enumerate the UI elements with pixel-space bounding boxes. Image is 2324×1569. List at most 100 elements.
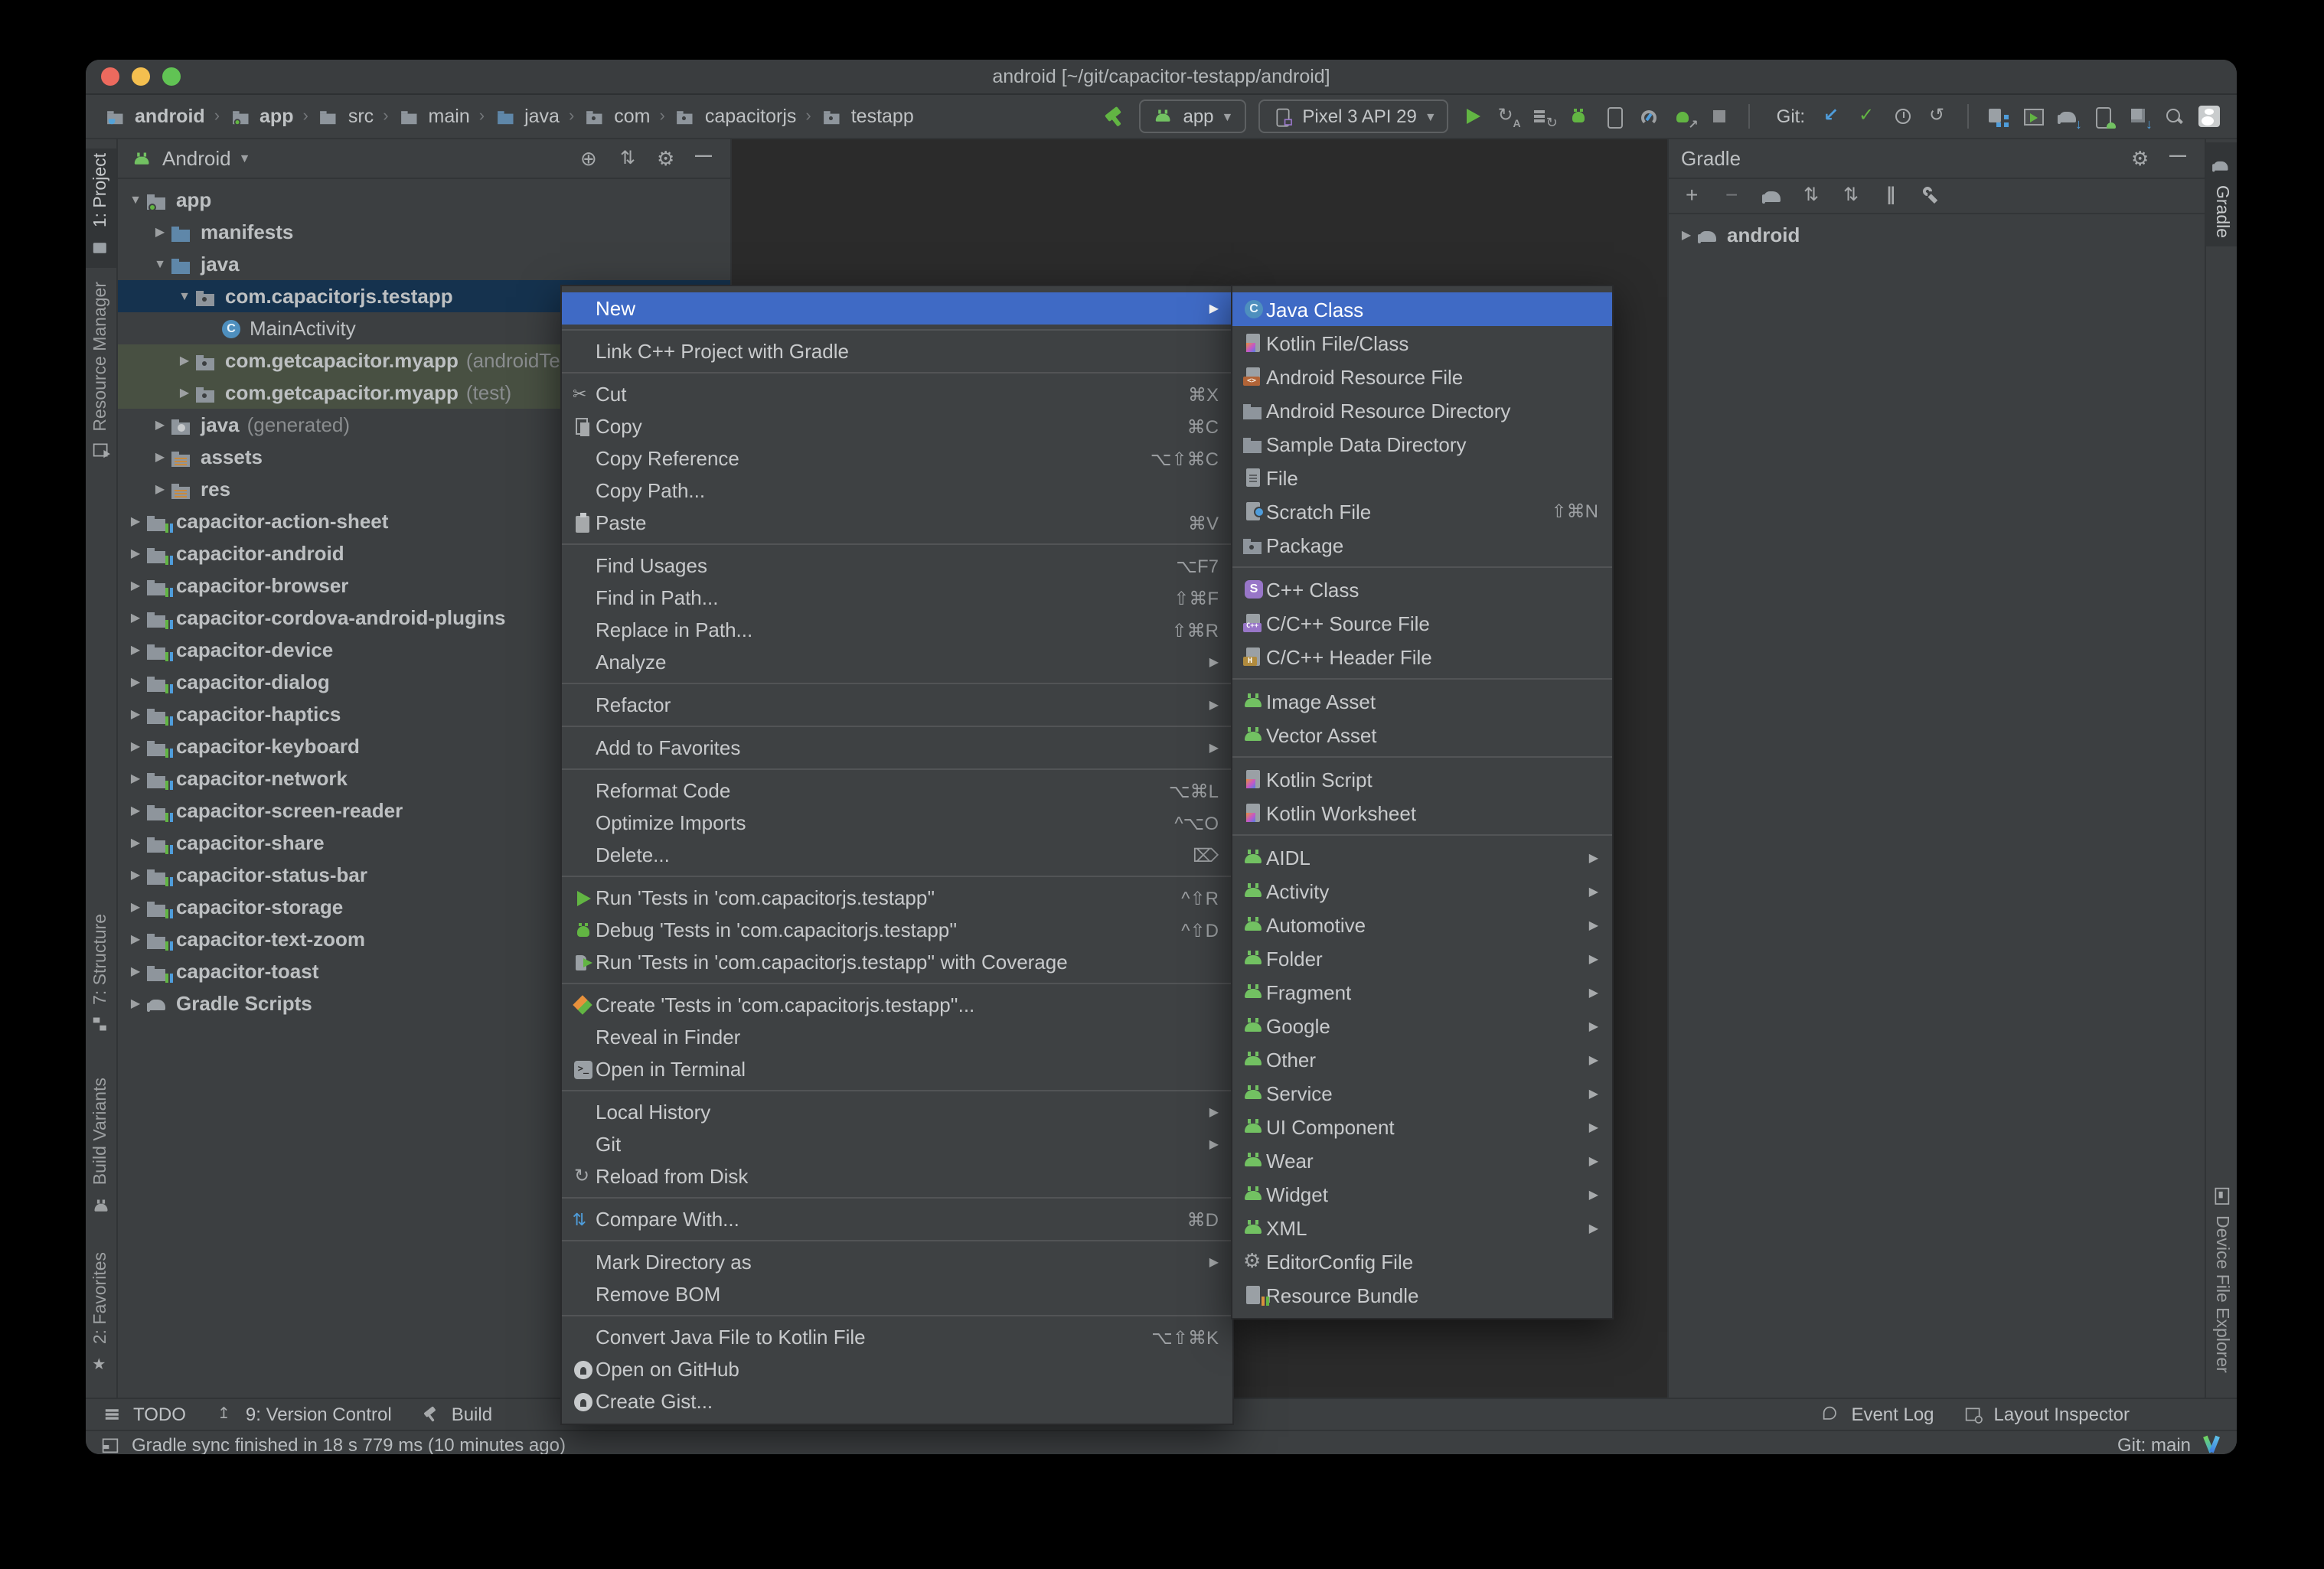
submenu-item-wear[interactable]: Wear ▶ [1232,1143,1612,1177]
submenu-item-android-resource-directory[interactable]: Android Resource Directory [1232,393,1612,427]
tool-tab-resource-manager[interactable]: Resource Manager [86,280,116,467]
menu-item-debug-tests-in-com-capacitorjs-testapp[interactable]: Debug 'Tests in 'com.capacitorjs.testapp… [562,914,1232,946]
tree-collapsed-arrow-icon[interactable]: ▶ [127,579,144,592]
bottom-bar-item-todo[interactable]: TODO [101,1402,186,1427]
submenu-item-service[interactable]: Service ▶ [1232,1076,1612,1110]
hide-icon[interactable] [2168,146,2192,171]
tree-expanded-arrow-icon[interactable]: ▼ [152,257,168,271]
submenu-item-kotlin-file-class[interactable]: Kotlin File/Class [1232,326,1612,360]
wrench-icon[interactable] [1920,184,1944,208]
collapse-all-icon[interactable] [1840,184,1865,208]
tree-collapsed-arrow-icon[interactable]: ▶ [127,771,144,785]
tool-tab-gradle[interactable]: Gradle [2206,142,2237,246]
project-view-selector[interactable]: Android [162,147,231,170]
rollback-icon[interactable] [1926,104,1950,129]
submenu-item-widget[interactable]: Widget ▶ [1232,1177,1612,1211]
bottom-bar-item-layout-inspector[interactable]: Layout Inspector [1962,1402,2130,1427]
tree-collapsed-arrow-icon[interactable]: ▶ [127,514,144,528]
menu-item-local-history[interactable]: Local History ▶ [562,1096,1232,1128]
breadcrumb-item-com[interactable]: com [580,104,653,129]
tree-item-manifests[interactable]: ▶ manifests [118,216,730,248]
menu-item-create-tests-in-com-capacitorjs-testapp[interactable]: Create 'Tests in 'com.capacitorjs.testap… [562,989,1232,1021]
avd-manager-icon[interactable] [2091,104,2116,129]
tree-collapsed-arrow-icon[interactable]: ▶ [127,900,144,914]
menu-item-add-to-favorites[interactable]: Add to Favorites ▶ [562,732,1232,764]
submenu-item-automotive[interactable]: Automotive ▶ [1232,908,1612,941]
submenu-item-google[interactable]: Google ▶ [1232,1009,1612,1042]
submenu-item-c-c-source-file[interactable]: C/C++ Source File [1232,606,1612,640]
tree-collapsed-arrow-icon[interactable]: ▶ [152,450,168,464]
submenu-item-aidl[interactable]: AIDL ▶ [1232,840,1612,874]
remove-icon[interactable] [1721,182,1745,208]
submenu-item-c-class[interactable]: C++ Class [1232,572,1612,606]
menu-item-optimize-imports[interactable]: Optimize Imports ^⌥O [562,807,1232,839]
run-configuration-dropdown[interactable]: app ▼ [1138,99,1246,133]
tree-collapsed-arrow-icon[interactable]: ▶ [127,675,144,689]
menu-item-open-in-terminal[interactable]: Open in Terminal [562,1053,1232,1085]
menu-item-remove-bom[interactable]: Remove BOM [562,1278,1232,1310]
menu-item-refactor[interactable]: Refactor ▶ [562,689,1232,721]
build-hammer-icon[interactable] [1102,104,1126,129]
tree-collapsed-arrow-icon[interactable]: ▶ [176,386,193,400]
tree-item-android[interactable]: ▶ android [1669,219,2205,251]
avatar-icon[interactable] [2197,104,2221,129]
menu-item-copy-reference[interactable]: Copy Reference ⌥⇧⌘C [562,442,1232,475]
bottom-bar-item-9-version-control[interactable]: 9: Version Control [214,1402,392,1427]
bottom-bar-item-event-log[interactable]: Event Log [1819,1402,1934,1427]
search-icon[interactable] [2162,104,2186,129]
breadcrumb-item-java[interactable]: java [491,104,563,129]
tree-expanded-arrow-icon[interactable]: ▼ [176,289,193,303]
menu-item-link-c-project-with-gradle[interactable]: Link C++ Project with Gradle [562,335,1232,367]
menu-item-reload-from-disk[interactable]: Reload from Disk [562,1160,1232,1192]
submenu-item-folder[interactable]: Folder ▶ [1232,941,1612,975]
breadcrumb-item-android[interactable]: android [101,104,208,129]
menu-item-paste[interactable]: Paste ⌘V [562,507,1232,539]
menu-item-compare-with[interactable]: Compare With... ⌘D [562,1203,1232,1235]
menu-item-run-tests-in-com-capacitorjs-testapp[interactable]: Run 'Tests in 'com.capacitorjs.testapp''… [562,882,1232,914]
git-branch-widget[interactable]: Git: main [2117,1434,2191,1454]
toolwindow-toggle-icon[interactable] [100,1434,120,1454]
profile-icon[interactable] [1637,104,1662,129]
menu-item-copy-path[interactable]: Copy Path... [562,475,1232,507]
gradle-sync-icon[interactable]: ↓ [2056,104,2082,132]
expand-all-icon[interactable] [1800,184,1825,208]
history-icon[interactable] [1891,104,1915,129]
menu-item-analyze[interactable]: Analyze ▶ [562,646,1232,678]
tree-collapsed-arrow-icon[interactable]: ▶ [152,418,168,432]
breadcrumb-item-testapp[interactable]: testapp [818,104,917,129]
stop-icon[interactable] [1708,104,1732,129]
menu-item-find-in-path[interactable]: Find in Path... ⇧⌘F [562,582,1232,614]
tree-collapsed-arrow-icon[interactable]: ▶ [127,611,144,625]
tree-collapsed-arrow-icon[interactable]: ▶ [127,997,144,1010]
menu-item-cut[interactable]: Cut ⌘X [562,378,1232,410]
tool-tab-7-structure[interactable]: 7: Structure [86,897,116,1056]
menu-item-git[interactable]: Git ▶ [562,1128,1232,1160]
tree-item-java[interactable]: ▼ java [118,248,730,280]
submenu-item-kotlin-worksheet[interactable]: Kotlin Worksheet [1232,796,1612,830]
menu-item-delete[interactable]: Delete... ⌦ [562,839,1232,871]
tree-collapsed-arrow-icon[interactable]: ▶ [127,707,144,721]
submenu-item-editorconfig-file[interactable]: EditorConfig File [1232,1244,1612,1278]
tree-collapsed-arrow-icon[interactable]: ▶ [127,643,144,657]
breadcrumb-item-app[interactable]: app [226,104,296,129]
settings-icon[interactable] [655,146,680,171]
tool-tab-device-file-explorer[interactable]: Device File Explorer [2206,1174,2237,1379]
tree-collapsed-arrow-icon[interactable]: ▶ [1678,228,1695,242]
tree-collapsed-arrow-icon[interactable]: ▶ [127,804,144,817]
tree-item-app[interactable]: ▼ app [118,184,730,216]
menu-item-open-on-github[interactable]: Open on GitHub [562,1353,1232,1385]
submenu-item-android-resource-file[interactable]: Android Resource File [1232,360,1612,393]
submenu-item-kotlin-script[interactable]: Kotlin Script [1232,762,1612,796]
project-structure-icon[interactable] [1986,104,2010,129]
attach-debugger-icon[interactable] [1602,104,1627,129]
submenu-item-other[interactable]: Other ▶ [1232,1042,1612,1076]
run-icon[interactable] [1461,104,1486,129]
submenu-item-image-asset[interactable]: Image Asset [1232,684,1612,718]
toggle-offline-icon[interactable] [1880,184,1905,208]
tool-tab-build-variants[interactable]: Build Variants [86,1068,116,1231]
menu-item-run-tests-in-com-capacitorjs-testapp-with-coverage[interactable]: Run 'Tests in 'com.capacitorjs.testapp''… [562,946,1232,978]
submenu-item-activity[interactable]: Activity ▶ [1232,874,1612,908]
settings-icon[interactable] [2130,146,2154,171]
collapse-all-icon[interactable] [617,146,641,171]
tree-collapsed-arrow-icon[interactable]: ▶ [127,546,144,560]
